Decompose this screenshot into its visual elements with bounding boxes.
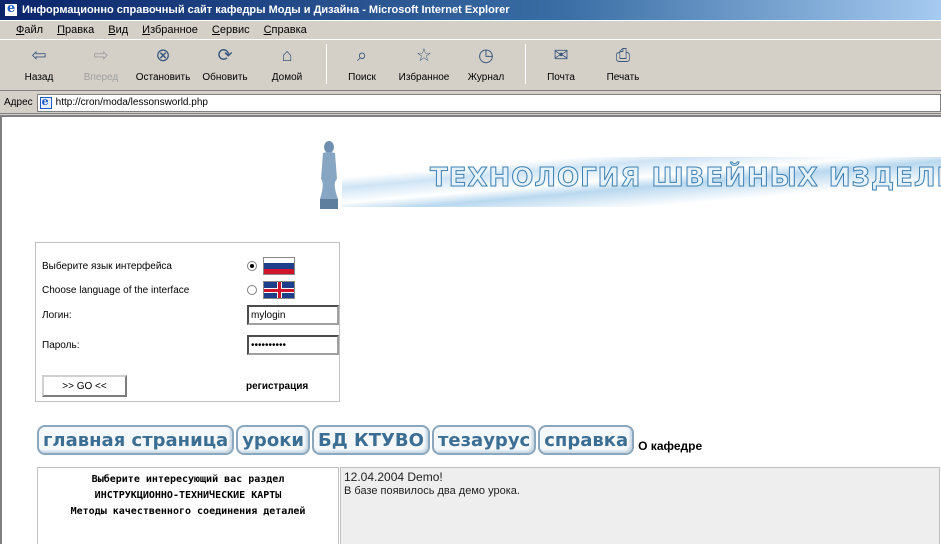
address-input[interactable]: http://cron/moda/lessonsworld.php bbox=[36, 93, 941, 112]
history-icon: ◷ bbox=[478, 44, 494, 65]
back-button[interactable]: ⇦ Назад bbox=[10, 44, 68, 84]
uk-flag-icon bbox=[263, 281, 295, 299]
nav-about-link[interactable]: О кафедре bbox=[638, 439, 702, 455]
toolbar: ⇦ Назад ⇨ Вперед ⊗ Остановить ⟳ Обновить… bbox=[0, 41, 941, 91]
refresh-button[interactable]: ⟳ Обновить bbox=[196, 44, 254, 84]
favorites-icon: ☆ bbox=[415, 44, 433, 65]
nav-db-button[interactable]: БД КТУВО bbox=[312, 425, 430, 455]
password-label: Пароль: bbox=[42, 339, 80, 351]
menu-file[interactable]: Файл bbox=[16, 24, 43, 36]
address-bar: Адрес http://cron/moda/lessonsworld.php bbox=[0, 92, 941, 114]
address-url: http://cron/moda/lessonsworld.php bbox=[55, 97, 208, 108]
nav-lessons-button[interactable]: уроки bbox=[236, 425, 311, 455]
window-titlebar: Информационно справочный сайт кафедры Мо… bbox=[0, 0, 941, 20]
lang-ru-row: Выберите язык интерфейса bbox=[42, 257, 295, 275]
mail-button[interactable]: ✉ Почта bbox=[532, 44, 590, 84]
menu-help[interactable]: Справка bbox=[264, 24, 307, 36]
password-input[interactable] bbox=[247, 335, 339, 355]
mail-label: Почта bbox=[547, 72, 575, 83]
go-button[interactable]: >> GO << bbox=[42, 375, 127, 397]
print-label: Печать bbox=[606, 72, 640, 83]
search-label: Поиск bbox=[348, 72, 376, 83]
news-panel: 12.04.2004 Demo! В базе появилось два де… bbox=[340, 467, 940, 544]
print-button[interactable]: ⎙ Печать bbox=[594, 44, 652, 84]
favorites-label: Избранное bbox=[398, 72, 450, 83]
stop-label: Остановить bbox=[135, 72, 191, 83]
address-label: Адрес bbox=[4, 97, 33, 108]
window-title: Информационно справочный сайт кафедры Мо… bbox=[22, 4, 510, 16]
stop-button[interactable]: ⊗ Остановить bbox=[134, 44, 192, 84]
main-nav: главная страница уроки БД КТУВО тезаурус… bbox=[37, 425, 702, 455]
print-icon: ⎙ bbox=[615, 44, 631, 65]
section-prompt: Выберите интересующий вас раздел bbox=[91, 474, 285, 485]
forward-label: Вперед bbox=[83, 72, 119, 83]
history-button[interactable]: ◷ Журнал bbox=[457, 44, 515, 84]
login-input[interactable] bbox=[247, 305, 339, 325]
banner-title: ТЕХНОЛОГИЯ ШВЕЙНЫХ ИЗДЕЛИЙ bbox=[429, 163, 941, 194]
nav-thesaurus-button[interactable]: тезаурус bbox=[431, 425, 537, 455]
toolbar-separator-2 bbox=[525, 44, 526, 84]
menu-view[interactable]: Вид bbox=[108, 24, 128, 36]
forward-button[interactable]: ⇨ Вперед bbox=[72, 44, 130, 84]
site-banner: ТЕХНОЛОГИЯ ШВЕЙНЫХ ИЗДЕЛИЙ bbox=[302, 139, 941, 219]
menu-favorites[interactable]: Избранное bbox=[142, 24, 198, 36]
home-button[interactable]: ⌂ Домой bbox=[258, 44, 316, 84]
menu-edit[interactable]: Правка bbox=[57, 24, 94, 36]
news-text: В базе появилось два демо урока. bbox=[344, 485, 520, 497]
login-panel: Выберите язык интерфейса Choose language… bbox=[35, 242, 340, 402]
lang-en-label: Choose language of the interface bbox=[42, 284, 190, 296]
history-label: Журнал bbox=[467, 72, 505, 83]
mail-icon: ✉ bbox=[553, 44, 569, 65]
login-label: Логин: bbox=[42, 309, 72, 321]
stop-icon: ⊗ bbox=[155, 44, 171, 65]
home-label: Домой bbox=[271, 72, 303, 83]
favorites-button[interactable]: ☆ Избранное bbox=[395, 44, 453, 84]
nav-help-button[interactable]: справка bbox=[538, 425, 635, 455]
password-row: Пароль: bbox=[42, 335, 339, 355]
lang-ru-radio[interactable] bbox=[247, 261, 257, 271]
refresh-label: Обновить bbox=[202, 72, 248, 83]
menu-bar: Файл Правка Вид Избранное Сервис Справка bbox=[0, 20, 941, 40]
toolbar-separator bbox=[326, 44, 327, 84]
russian-flag-icon bbox=[263, 257, 295, 275]
lang-en-radio[interactable] bbox=[247, 285, 257, 295]
refresh-icon: ⟳ bbox=[217, 44, 233, 65]
search-icon: ⌕ bbox=[356, 44, 368, 65]
back-label: Назад bbox=[24, 72, 54, 83]
lang-ru-label: Выберите язык интерфейса bbox=[42, 260, 172, 272]
register-link[interactable]: регистрация bbox=[246, 381, 308, 392]
page-icon bbox=[39, 95, 52, 109]
home-icon: ⌂ bbox=[281, 44, 293, 65]
section-panel: Выберите интересующий вас раздел ИНСТРУК… bbox=[37, 467, 339, 544]
page-content: ТЕХНОЛОГИЯ ШВЕЙНЫХ ИЗДЕЛИЙ Выберите язык… bbox=[0, 115, 941, 544]
search-button[interactable]: ⌕ Поиск bbox=[333, 44, 391, 84]
news-date: 12.04.2004 Demo! bbox=[344, 470, 443, 484]
ie-icon bbox=[4, 1, 18, 17]
nav-home-button[interactable]: главная страница bbox=[37, 425, 235, 455]
lang-en-row: Choose language of the interface bbox=[42, 281, 295, 299]
login-row: Логин: bbox=[42, 305, 339, 325]
section-methods-link[interactable]: Методы качественного соединения деталей bbox=[38, 504, 338, 520]
section-cards-link[interactable]: ИНСТРУКЦИОННО-ТЕХНИЧЕСКИЕ КАРТЫ bbox=[38, 488, 338, 504]
statue-icon bbox=[320, 141, 338, 209]
back-arrow-icon: ⇦ bbox=[31, 44, 47, 65]
forward-arrow-icon: ⇨ bbox=[93, 44, 109, 65]
menu-tools[interactable]: Сервис bbox=[212, 24, 250, 36]
